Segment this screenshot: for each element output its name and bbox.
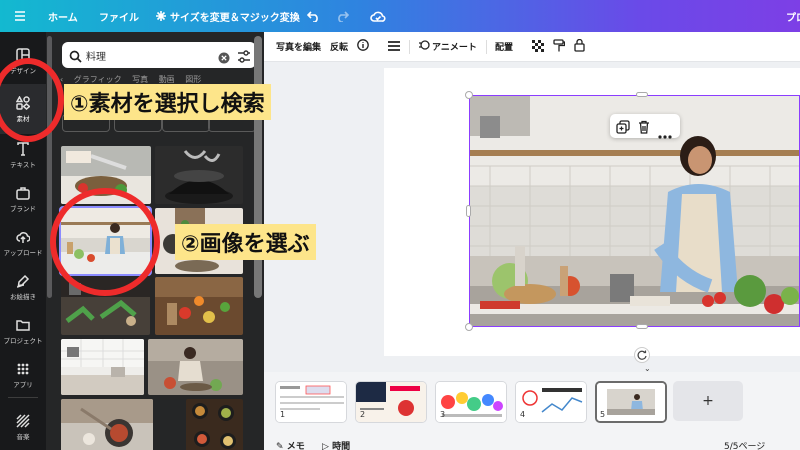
page-thumbnail[interactable]: [515, 381, 587, 423]
resize-handle[interactable]: [466, 205, 471, 217]
more-options-icon[interactable]: [658, 124, 672, 143]
rail-divider: [8, 397, 38, 398]
rail-label: お絵描き: [10, 292, 36, 301]
page-number: 4: [520, 410, 526, 419]
rail-label: アップロード: [3, 248, 43, 257]
info-icon[interactable]: [357, 39, 369, 54]
music-icon: [16, 413, 30, 428]
animate-button[interactable]: アニメート: [432, 40, 477, 53]
resize-handle[interactable]: [636, 324, 648, 329]
redo-icon[interactable]: [336, 0, 349, 32]
editor-toolbar: 写真を編集 反転 アニメート 配置: [264, 32, 800, 62]
clear-icon[interactable]: [218, 49, 230, 68]
page-number: 2: [360, 410, 366, 419]
rail-item-music[interactable]: 音楽: [0, 402, 46, 450]
tab-videos[interactable]: 動画: [159, 75, 175, 84]
resize-handle[interactable]: [465, 323, 473, 331]
page-number: 1: [280, 410, 286, 419]
tab-shapes[interactable]: 図形: [185, 75, 201, 84]
page-thumbnail[interactable]: [275, 381, 347, 423]
element-floating-toolbar: [610, 114, 680, 139]
lock-icon[interactable]: [574, 38, 585, 55]
callout-step2: ②画像を選ぶ: [175, 224, 316, 260]
text-icon: [16, 141, 30, 156]
top-bar: ホーム ファイル サイズを変更＆マジック変換 プロ: [0, 0, 800, 32]
photo-result[interactable]: [155, 146, 243, 204]
add-page-button[interactable]: +: [673, 381, 743, 421]
home-menu[interactable]: ホーム: [48, 0, 78, 32]
draw-icon: [16, 274, 30, 288]
tab-photos[interactable]: 写真: [132, 75, 148, 84]
pro-label[interactable]: プロ: [786, 0, 800, 32]
rotate-icon[interactable]: [634, 347, 650, 363]
folder-icon: [16, 318, 30, 332]
rail-label: 音楽: [16, 432, 30, 441]
tab-graphics[interactable]: グラフィック: [74, 75, 122, 84]
duplicate-icon[interactable]: [616, 119, 630, 138]
rail-item-brand[interactable]: ブランド: [0, 174, 46, 224]
flip-button[interactable]: 反転: [330, 40, 348, 53]
toolbar-divider: [486, 40, 487, 54]
page-thumbnail[interactable]: [355, 381, 427, 423]
upload-icon: [16, 230, 31, 244]
photo-result[interactable]: [61, 339, 144, 395]
rail-item-draw[interactable]: お絵描き: [0, 262, 46, 312]
timer-button[interactable]: ▷ 時間: [322, 439, 350, 450]
rail-item-projects[interactable]: プロジェクト: [0, 306, 46, 356]
file-menu[interactable]: ファイル: [99, 0, 139, 32]
resize-label: サイズを変更＆マジック変換: [170, 12, 300, 24]
page-thumbnail[interactable]: [435, 381, 507, 423]
page-thumbnail-current[interactable]: [595, 381, 667, 423]
notes-icon: ✎: [276, 442, 284, 450]
edit-photo-button[interactable]: 写真を編集: [276, 40, 321, 53]
search-value: 料理: [86, 52, 106, 63]
highlight-circle-photo: [50, 188, 160, 296]
search-icon: [69, 48, 82, 67]
page-count: 5/5ページ: [724, 442, 766, 450]
resize-button[interactable]: サイズを変更＆マジック変換: [156, 0, 300, 32]
menu-icon[interactable]: [14, 0, 26, 32]
search-input[interactable]: 料理: [62, 42, 256, 68]
notes-button[interactable]: ✎ メモ: [276, 439, 305, 450]
cloud-save-icon[interactable]: [370, 0, 386, 32]
brand-icon: [16, 186, 30, 200]
notes-label: メモ: [286, 442, 305, 450]
rail-label: テキスト: [10, 160, 36, 169]
border-style-icon[interactable]: [388, 41, 400, 54]
undo-icon[interactable]: [307, 0, 320, 32]
timer-label: 時間: [332, 442, 351, 450]
photo-result[interactable]: [155, 277, 243, 335]
animate-icon[interactable]: [418, 39, 430, 54]
position-button[interactable]: 配置: [495, 40, 513, 53]
rail-label: アプリ: [13, 380, 33, 389]
page-number: 5: [600, 410, 606, 419]
page-number: 3: [440, 410, 446, 419]
photo-result[interactable]: [148, 339, 243, 395]
paint-roller-icon[interactable]: [553, 39, 566, 55]
rail-label: プロジェクト: [3, 336, 43, 345]
filter-icon[interactable]: [237, 48, 251, 67]
resize-handle[interactable]: [465, 91, 473, 99]
resize-handle[interactable]: [636, 92, 648, 97]
rail-item-apps[interactable]: アプリ: [0, 350, 46, 400]
photo-result[interactable]: [186, 399, 243, 450]
toolbar-divider: [409, 40, 410, 54]
rail-label: ブランド: [10, 204, 36, 213]
photo-result[interactable]: [61, 399, 153, 450]
apps-icon: [16, 362, 30, 376]
callout-step1: ①素材を選択し検索: [64, 84, 271, 120]
transparency-icon[interactable]: [532, 40, 544, 55]
trash-icon[interactable]: [638, 119, 650, 138]
rail-item-upload[interactable]: アップロード: [0, 218, 46, 268]
timer-icon: ▷: [322, 442, 329, 450]
